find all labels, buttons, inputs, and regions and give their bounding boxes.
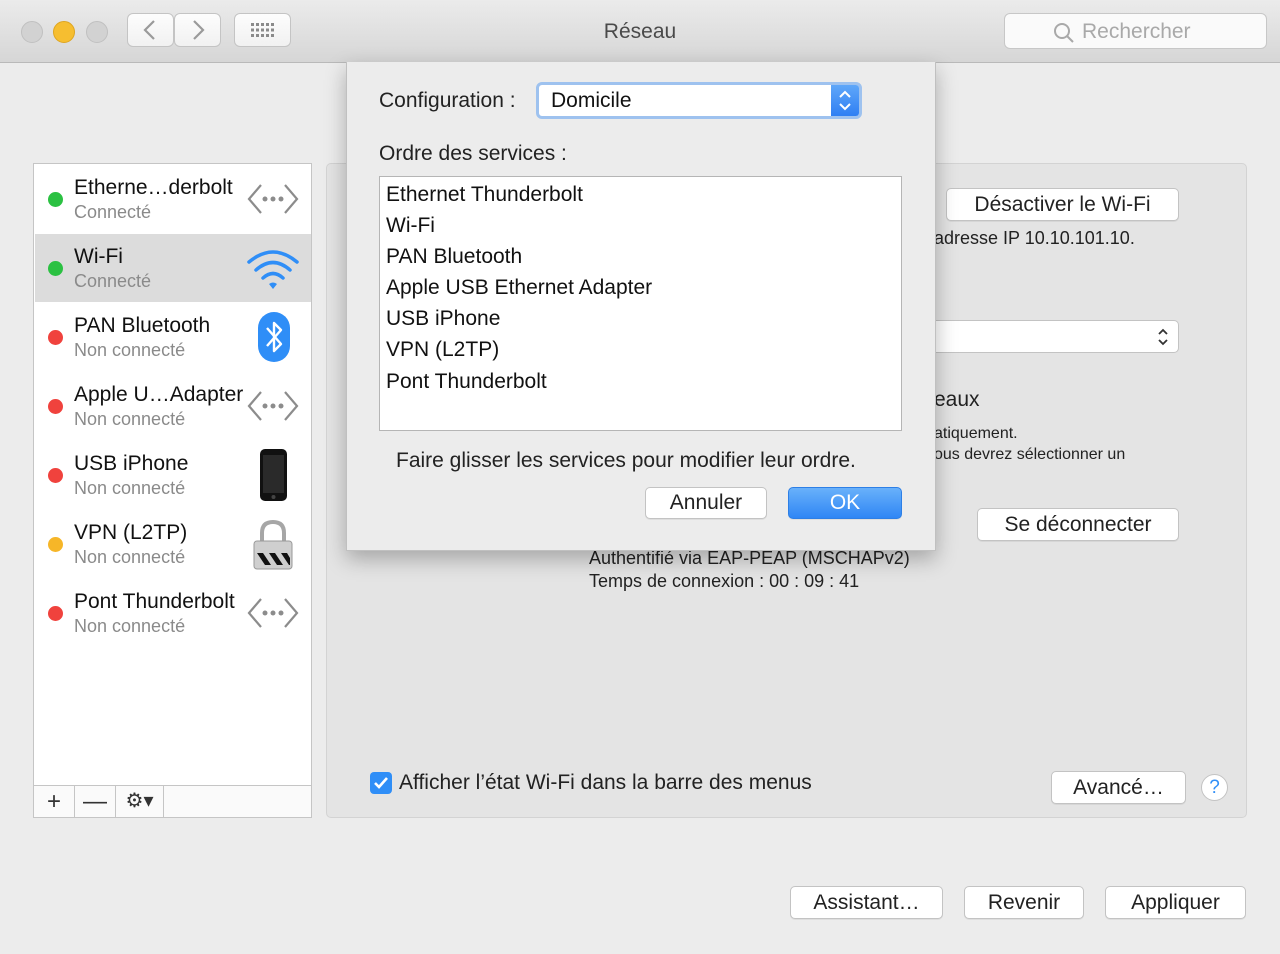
service-name: VPN (L2TP) bbox=[74, 521, 188, 544]
list-item[interactable]: Ethernet Thunderbolt bbox=[386, 183, 583, 207]
network-name-select[interactable] bbox=[934, 320, 1179, 353]
service-status: Connecté bbox=[74, 202, 152, 222]
service-status: Non connecté bbox=[74, 409, 186, 429]
list-item[interactable]: Pont Thunderbolt bbox=[386, 370, 547, 394]
ethernet-icon bbox=[247, 391, 299, 421]
status-dot bbox=[48, 537, 63, 552]
list-item[interactable]: VPN (L2TP) bbox=[386, 338, 499, 362]
service-name: USB iPhone bbox=[74, 452, 189, 475]
drag-hint-text: Faire glisser les services pour modifier… bbox=[396, 449, 856, 472]
ethernet-icon bbox=[247, 184, 299, 214]
revert-button[interactable]: Revenir bbox=[964, 886, 1084, 919]
apply-button[interactable]: Appliquer bbox=[1105, 886, 1246, 919]
iphone-icon bbox=[260, 449, 287, 501]
service-name: PAN Bluetooth bbox=[74, 314, 211, 337]
disconnect-button[interactable]: Se déconnecter bbox=[977, 508, 1179, 541]
service-item-pont-thunderbolt[interactable]: Pont Thunderbolt Non connecté bbox=[35, 579, 311, 647]
service-list: Etherne…derbolt Connecté Wi-Fi Connecté … bbox=[33, 163, 312, 818]
service-status: Non connecté bbox=[74, 616, 186, 636]
wifi-icon bbox=[247, 250, 299, 289]
cancel-button[interactable]: Annuler bbox=[645, 487, 767, 519]
add-service-button[interactable]: + bbox=[34, 786, 75, 817]
service-item-wifi[interactable]: Wi-Fi Connecté bbox=[35, 234, 311, 302]
service-name: Apple U…Adapter bbox=[74, 383, 244, 406]
connection-time-text: Temps de connexion : 00 : 09 : 41 bbox=[589, 571, 860, 591]
show-wifi-status-checkbox[interactable] bbox=[370, 772, 392, 794]
assistant-button[interactable]: Assistant… bbox=[790, 886, 943, 919]
ask-networks-label: eaux bbox=[934, 388, 980, 411]
service-item-pan-bluetooth[interactable]: PAN Bluetooth Non connecté bbox=[35, 303, 311, 371]
service-status: Non connecté bbox=[74, 340, 186, 360]
service-status: Non connecté bbox=[74, 547, 186, 567]
remove-service-button[interactable]: — bbox=[75, 786, 116, 817]
auth-method-text: Authentifié via EAP-PEAP (MSCHAPv2) bbox=[589, 548, 910, 568]
status-dot bbox=[48, 330, 63, 345]
select-network-text: ous devrez sélectionner un bbox=[934, 446, 1126, 463]
list-item[interactable]: Wi-Fi bbox=[386, 214, 435, 238]
service-name: Etherne…derbolt bbox=[74, 176, 233, 199]
advanced-button[interactable]: Avancé… bbox=[1051, 771, 1186, 804]
service-name: Wi-Fi bbox=[74, 245, 123, 268]
list-item[interactable]: USB iPhone bbox=[386, 307, 500, 331]
configuration-value: Domicile bbox=[551, 89, 632, 112]
show-wifi-status-label: Afficher l’état Wi-Fi dans la barre des … bbox=[399, 771, 812, 794]
gear-menu-button[interactable]: ⚙▾ bbox=[116, 786, 164, 817]
list-item[interactable]: PAN Bluetooth bbox=[386, 245, 522, 269]
status-dot bbox=[48, 261, 63, 276]
status-dot bbox=[48, 399, 63, 414]
lock-icon bbox=[253, 519, 293, 570]
ip-address-text: adresse IP 10.10.101.10. bbox=[934, 228, 1135, 248]
ethernet-icon bbox=[247, 598, 299, 628]
configuration-label: Configuration : bbox=[379, 89, 516, 112]
status-dot bbox=[48, 468, 63, 483]
list-item[interactable]: Apple USB Ethernet Adapter bbox=[386, 276, 652, 300]
select-stepper bbox=[831, 85, 859, 116]
search-placeholder: Rechercher bbox=[1082, 20, 1191, 43]
service-item-ethernet-thunderbolt[interactable]: Etherne…derbolt Connecté bbox=[35, 165, 311, 233]
service-list-toolbar: + — ⚙▾ bbox=[34, 785, 311, 817]
ok-button[interactable]: OK bbox=[788, 487, 902, 519]
auto-join-text: atiquement. bbox=[934, 425, 1018, 442]
status-dot bbox=[48, 192, 63, 207]
status-dot bbox=[48, 606, 63, 621]
search-icon bbox=[1054, 23, 1074, 43]
service-name: Pont Thunderbolt bbox=[74, 590, 235, 613]
service-status: Non connecté bbox=[74, 478, 186, 498]
toggle-wifi-button[interactable]: Désactiver le Wi-Fi bbox=[946, 188, 1179, 221]
service-item-usb-iphone[interactable]: USB iPhone Non connecté bbox=[35, 441, 311, 509]
help-button[interactable]: ? bbox=[1201, 774, 1228, 801]
chevron-updown-icon bbox=[1158, 328, 1168, 346]
configuration-select[interactable]: Domicile bbox=[536, 82, 862, 119]
service-order-label: Ordre des services : bbox=[379, 142, 567, 165]
checkmark-icon bbox=[374, 777, 388, 789]
bluetooth-icon bbox=[258, 312, 290, 362]
chevron-updown-icon bbox=[839, 90, 851, 111]
service-order-list[interactable]: Ethernet Thunderbolt Wi-Fi PAN Bluetooth… bbox=[379, 176, 902, 431]
service-item-vpn[interactable]: VPN (L2TP) Non connecté bbox=[35, 510, 311, 578]
service-item-apple-usb-ethernet[interactable]: Apple U…Adapter Non connecté bbox=[35, 372, 311, 440]
service-status: Connecté bbox=[74, 271, 152, 291]
